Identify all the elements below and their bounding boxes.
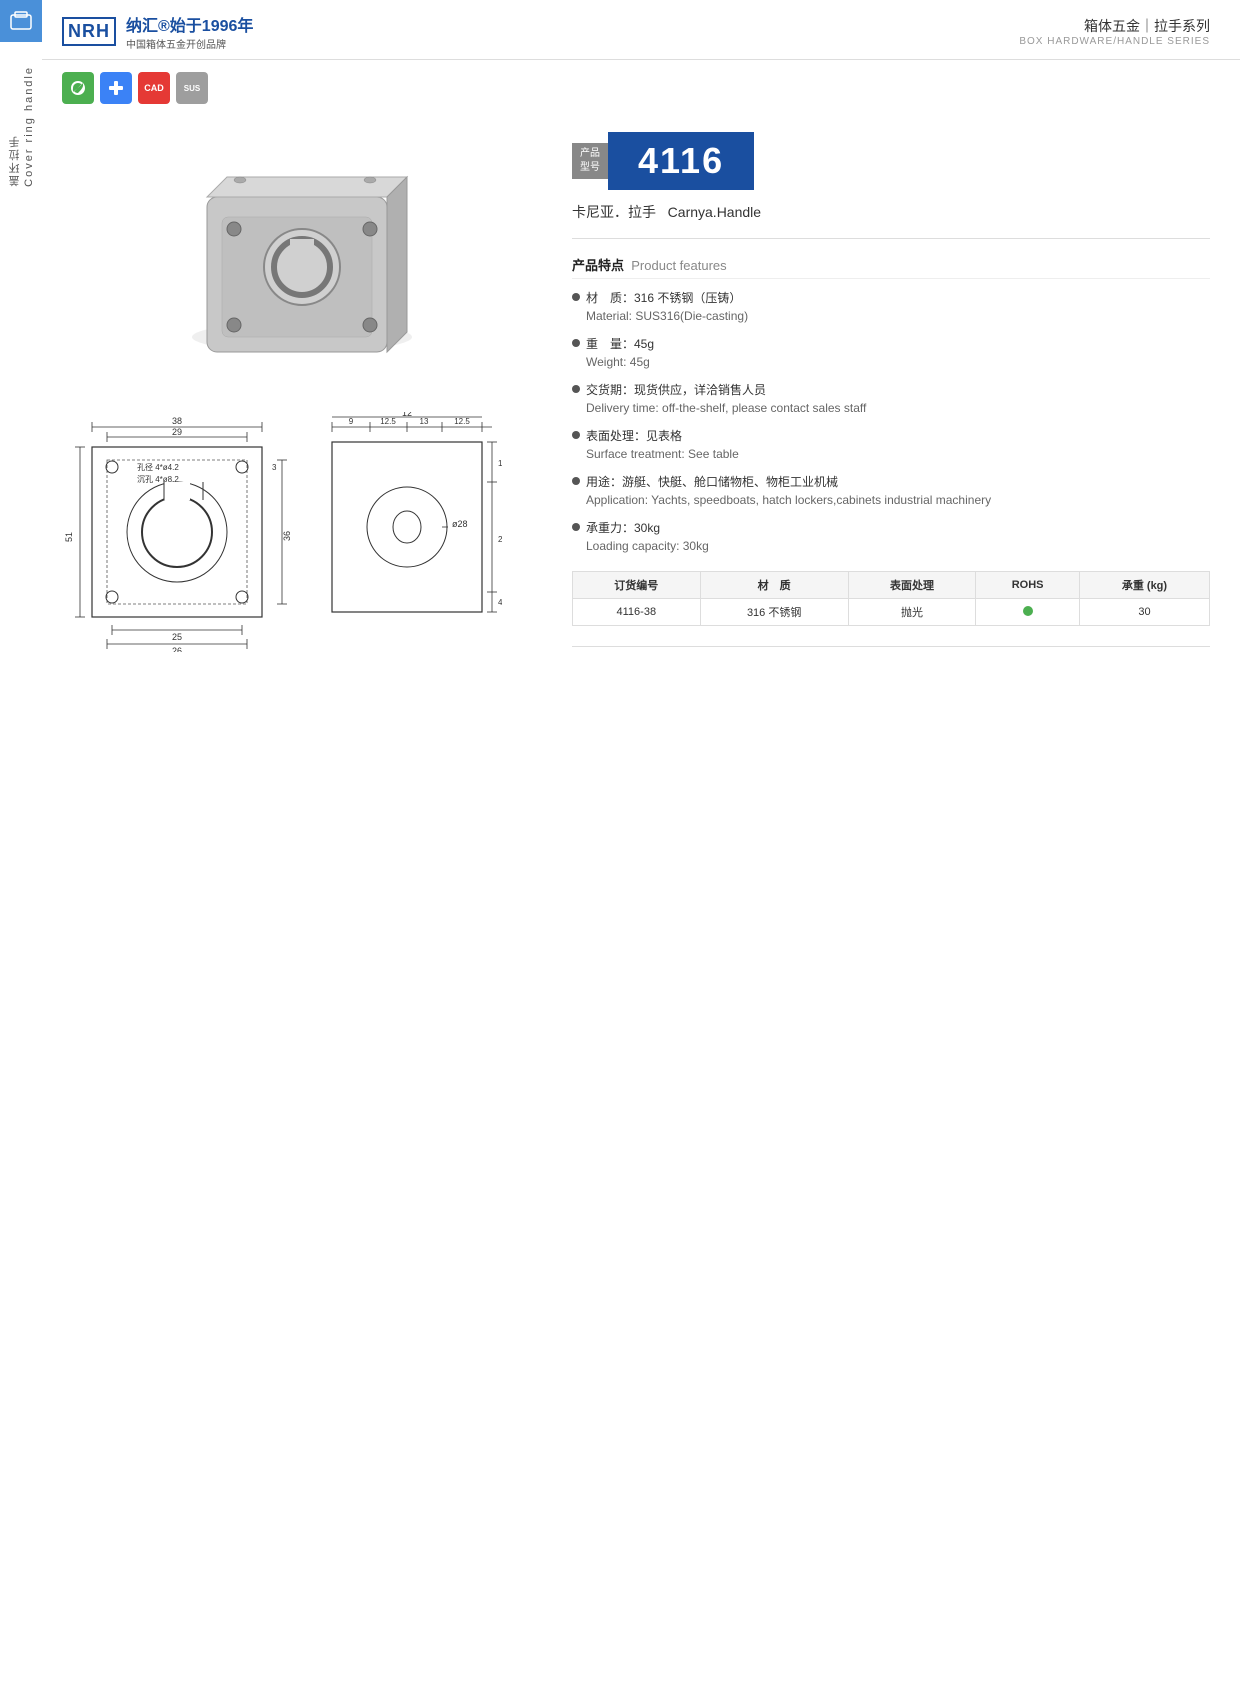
feature-text-delivery: 交货期：现货供应，详洽销售人员 Delivery time: off-the-s…: [586, 381, 866, 417]
sus-badge[interactable]: SUS: [176, 72, 208, 104]
logo-text: NRH: [68, 21, 110, 42]
product-label-box: 产品 型号: [572, 143, 608, 179]
svg-text:ø28: ø28: [452, 519, 468, 529]
brand-sub: 中国箱体五金开创品牌: [126, 36, 253, 51]
col-rohs: ROHS: [976, 572, 1080, 599]
product-number-row: 产品 型号 4116: [572, 132, 1210, 190]
svg-text:12.3: 12.3: [498, 459, 502, 468]
svg-text:27.7: 27.7: [498, 535, 502, 544]
bullet-icon: [572, 293, 580, 301]
feature-item-delivery: 交货期：现货供应，详洽销售人员 Delivery time: off-the-s…: [572, 381, 1210, 417]
feature-item-loading: 承重力：30kg Loading capacity: 30kg: [572, 519, 1210, 555]
eco-badge[interactable]: [62, 72, 94, 104]
content-area: 38 29 3: [42, 112, 1240, 683]
divider-2: [572, 646, 1210, 647]
feature-text-application: 用途：游艇、快艇、舱口储物柜、物柜工业机械 Application: Yacht…: [586, 473, 991, 509]
front-view-svg: 38 29 3: [62, 412, 302, 652]
cell-surface: 抛光: [848, 599, 976, 626]
col-material: 材 质: [700, 572, 848, 599]
cad-badge[interactable]: CAD: [138, 72, 170, 104]
feature-text-weight: 重 量：45g Weight: 45g: [586, 335, 654, 371]
svg-text:沉孔 4*ø8.2: 沉孔 4*ø8.2: [137, 475, 179, 484]
feature-item-weight: 重 量：45g Weight: 45g: [572, 335, 1210, 371]
logo-area: NRH 纳汇®始于1996年 中国箱体五金开创品牌: [62, 12, 253, 51]
svg-text:3: 3: [272, 463, 277, 472]
product-left: 38 29 3: [62, 122, 542, 663]
svg-text:孔径 4*ø4.2: 孔径 4*ø4.2: [137, 462, 179, 472]
spec-table: 订货编号 材 质 表面处理 ROHS 承重 (kg) 4116-38 316 不…: [572, 571, 1210, 626]
header: NRH 纳汇®始于1996年 中国箱体五金开创品牌 箱体五金｜拉手系列 BOX …: [42, 0, 1240, 60]
product-name: 卡尼亚．拉手 Carnya.Handle: [572, 202, 1210, 222]
divider-1: [572, 238, 1210, 239]
table-row: 4116-38 316 不锈钢 抛光 30: [573, 599, 1210, 626]
svg-text:13: 13: [420, 417, 429, 426]
main-content: NRH 纳汇®始于1996年 中国箱体五金开创品牌 箱体五金｜拉手系列 BOX …: [42, 0, 1240, 683]
svg-text:4.5: 4.5: [498, 598, 502, 607]
product-right: 产品 型号 4116 卡尼亚．拉手 Carnya.Handle 产品特点 Pro…: [572, 122, 1210, 663]
icon-row: CAD SUS: [42, 60, 1240, 112]
svg-text:38: 38: [172, 416, 182, 426]
series-en: BOX HARDWARE/HANDLE SERIES: [1019, 36, 1210, 47]
bullet-icon: [572, 477, 580, 485]
product-photo: [142, 132, 462, 372]
sidebar: 盖环拉手 Cover ring handle: [0, 0, 42, 1683]
svg-text:25: 25: [172, 632, 182, 642]
svg-text:12.5: 12.5: [380, 417, 396, 426]
header-right: 箱体五金｜拉手系列 BOX HARDWARE/HANDLE SERIES: [1019, 16, 1210, 47]
bullet-icon: [572, 523, 580, 531]
sus-label: SUS: [184, 84, 200, 93]
svg-text:26: 26: [172, 646, 182, 652]
tech-drawing: 38 29 3: [62, 412, 542, 652]
feature-item-application: 用途：游艇、快艇、舱口储物柜、物柜工业机械 Application: Yacht…: [572, 473, 1210, 509]
svg-text:51: 51: [64, 532, 74, 542]
svg-text:29: 29: [172, 427, 182, 437]
series-cn: 箱体五金｜拉手系列: [1019, 16, 1210, 36]
cell-loading: 30: [1079, 599, 1209, 626]
cad-label: CAD: [144, 83, 164, 93]
section-title: 产品特点 Product features: [572, 255, 1210, 279]
col-order-number: 订货编号: [573, 572, 701, 599]
feature-text-material: 材 质：316 不锈钢（压铸） Material: SUS316(Die-cas…: [586, 289, 748, 325]
product-image-svg: [152, 137, 452, 367]
cell-order-number: 4116-38: [573, 599, 701, 626]
bullet-icon: [572, 339, 580, 347]
bullet-icon: [572, 431, 580, 439]
cell-material: 316 不锈钢: [700, 599, 848, 626]
feature-text-loading: 承重力：30kg Loading capacity: 30kg: [586, 519, 709, 555]
svg-text:36: 36: [282, 531, 292, 541]
product-number: 4116: [608, 132, 754, 190]
cell-rohs: [976, 599, 1080, 626]
svg-text:12: 12: [402, 412, 412, 418]
col-surface: 表面处理: [848, 572, 976, 599]
svg-text:9: 9: [349, 417, 354, 426]
svg-text:12.5: 12.5: [454, 417, 470, 426]
feature-item-material: 材 质：316 不锈钢（压铸） Material: SUS316(Die-cas…: [572, 289, 1210, 325]
rohs-dot-green: [1023, 606, 1033, 616]
brand-text: 纳汇®始于1996年 中国箱体五金开创品牌: [126, 12, 253, 51]
col-loading: 承重 (kg): [1079, 572, 1209, 599]
bullet-icon: [572, 385, 580, 393]
cross-badge[interactable]: [100, 72, 132, 104]
brand-main: 纳汇®始于1996年: [126, 12, 253, 36]
sidebar-top-icon: [0, 0, 42, 42]
feature-text-surface: 表面处理：见表格 Surface treatment: See table: [586, 427, 739, 463]
nrh-logo: NRH: [62, 17, 116, 46]
feature-item-surface: 表面处理：见表格 Surface treatment: See table: [572, 427, 1210, 463]
sidebar-label: 盖环拉手 Cover ring handle: [7, 66, 35, 187]
side-view-svg: 9 12.5 13 12.5 12: [322, 412, 502, 652]
feature-list: 材 质：316 不锈钢（压铸） Material: SUS316(Die-cas…: [572, 289, 1210, 555]
